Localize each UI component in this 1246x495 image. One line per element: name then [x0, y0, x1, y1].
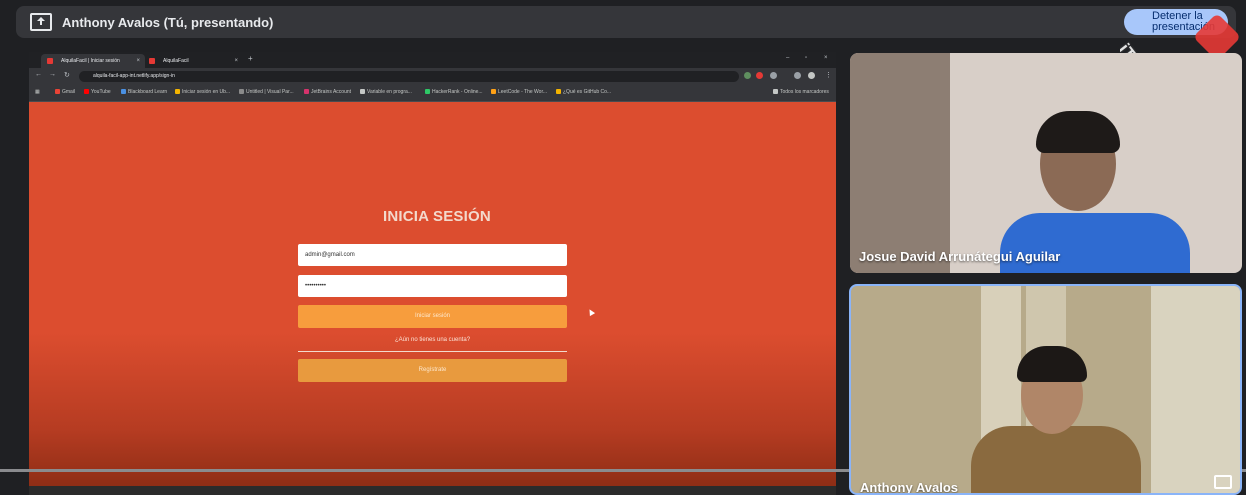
back-icon[interactable]: ← — [35, 71, 42, 78]
browser-toolbar: ← → ↻ alquila-facil-app-int.netlify.app/… — [29, 68, 836, 85]
participant-video — [971, 426, 1141, 493]
divider — [298, 351, 567, 352]
address-bar[interactable]: alquila-facil-app-int.netlify.app/sign-i… — [79, 71, 739, 82]
signin-page: INICIA SESIÓN admin@gmail.com ••••••••••… — [29, 102, 836, 487]
download-icon[interactable] — [794, 72, 801, 79]
bookmark-jetbrains[interactable]: JetBrains Account — [304, 89, 351, 95]
browser-tabstrip: AlquilaFacil | Iniciar sesión × AlquilaF… — [29, 52, 836, 68]
participant-tile[interactable]: Josue David Arrunátegui Aguilar — [850, 53, 1242, 273]
extensions-icon[interactable] — [770, 72, 777, 79]
new-tab-icon[interactable]: + — [248, 54, 253, 63]
url-text: alquila-facil-app-int.netlify.app/sign-i… — [93, 73, 175, 79]
bookmark-leetcode[interactable]: LeetCode - The Wor... — [491, 89, 547, 95]
email-field[interactable]: admin@gmail.com — [298, 244, 567, 266]
presenter-title: Anthony Avalos (Tú, presentando) — [62, 15, 274, 30]
close-tab-icon[interactable]: × — [136, 54, 140, 68]
menu-kebab-icon[interactable]: ⋮ — [825, 71, 832, 79]
signup-link[interactable]: ¿Aún no tienes una cuenta? — [298, 337, 567, 343]
participant-name: Josue David Arrunátegui Aguilar — [859, 249, 1061, 264]
register-button[interactable]: Regístrate — [298, 359, 567, 382]
apps-grid-icon[interactable]: ▦ — [35, 89, 40, 95]
all-bookmarks-folder[interactable]: Todos los marcadores — [773, 89, 829, 95]
shared-screen: AlquilaFacil | Iniciar sesión × AlquilaF… — [29, 52, 836, 492]
present-screen-icon — [30, 13, 52, 31]
close-tab-icon[interactable]: × — [234, 54, 238, 68]
profile-avatar[interactable] — [808, 72, 815, 79]
bookmark-blackboard[interactable]: Blackboard Learn — [121, 89, 167, 95]
bookmark-youtube[interactable]: YouTube — [84, 89, 111, 95]
forward-icon[interactable]: → — [49, 71, 56, 78]
picture-in-picture-icon[interactable] — [1214, 475, 1232, 489]
page-title: INICIA SESIÓN — [383, 208, 491, 225]
presentation-bar: Anthony Avalos (Tú, presentando) — [16, 6, 1236, 38]
extension-icon[interactable] — [744, 72, 751, 79]
bookmark-gmail[interactable]: Gmail — [55, 89, 75, 95]
tab-title: AlquilaFacil — [163, 58, 189, 64]
tab-signin[interactable]: AlquilaFacil | Iniciar sesión × — [41, 54, 145, 68]
maximize-icon[interactable]: ▫ — [805, 55, 807, 61]
bookmark-ub[interactable]: Iniciar sesión en Ub... — [175, 89, 230, 95]
app-favicon-icon — [47, 58, 53, 64]
tab-title: AlquilaFacil | Iniciar sesión — [61, 58, 120, 64]
close-window-icon[interactable]: × — [824, 55, 828, 61]
participant-hair — [1036, 111, 1120, 153]
background-wall — [850, 53, 950, 273]
login-button[interactable]: Iniciar sesión — [298, 305, 567, 328]
participant-tile-self[interactable]: Anthony Avalos — [849, 284, 1242, 495]
tab-app[interactable]: AlquilaFacil × — [143, 54, 243, 68]
reload-icon[interactable]: ↻ — [64, 71, 70, 79]
participant-name: Anthony Avalos — [860, 480, 958, 495]
bookmarks-bar: ▦ Gmail YouTube Blackboard Learn Iniciar… — [29, 85, 836, 102]
app-favicon-icon — [149, 58, 155, 64]
participant-hair — [1017, 346, 1087, 382]
bookmark-hackerrank[interactable]: HackerRank - Online... — [425, 89, 483, 95]
minimize-icon[interactable]: – — [786, 55, 789, 61]
bookmark-github[interactable]: ¿Qué es GitHub Co... — [556, 89, 611, 95]
curtain — [1151, 286, 1240, 493]
windows-taskbar — [29, 486, 836, 495]
bookmark-visual-paradigm[interactable]: Untitled | Visual Par... — [239, 89, 294, 95]
bookmark-variable[interactable]: Variable en progra... — [360, 89, 412, 95]
stop-presenting-button[interactable]: Detener la presentación — [1124, 9, 1228, 35]
password-field[interactable]: •••••••••• — [298, 275, 567, 297]
extension-icon[interactable] — [756, 72, 763, 79]
mouse-cursor-icon — [586, 307, 596, 317]
participant-video — [1000, 213, 1190, 273]
